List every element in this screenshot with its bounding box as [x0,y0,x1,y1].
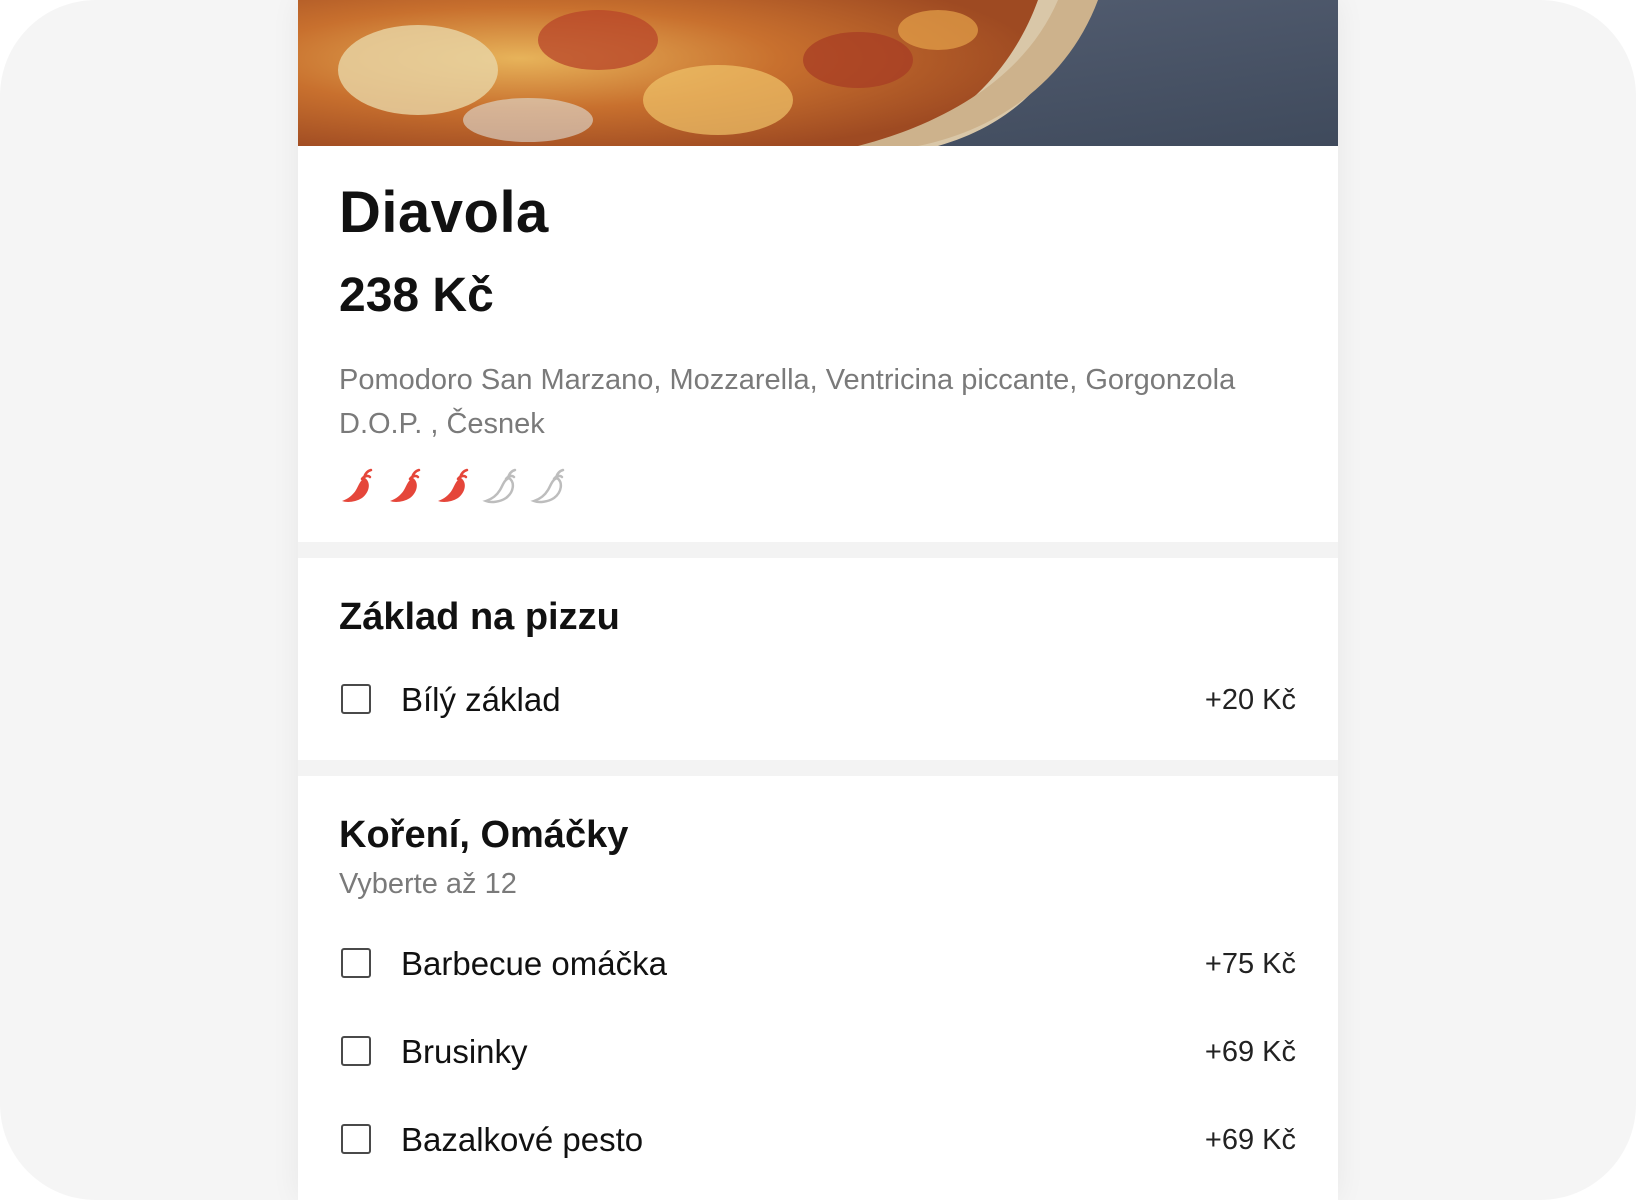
product-price: 238 Kč [339,269,494,322]
checkbox[interactable] [341,684,371,714]
option-basil-pesto[interactable]: Bazalkové pesto +69 Kč [339,1118,1296,1166]
option-group-base: Základ na pizzu Bílý základ +20 Kč [298,558,1338,760]
checkbox[interactable] [341,1124,371,1154]
product-title: Diavola [339,180,549,245]
group-subtitle: Vyberte až 12 [339,868,517,900]
chili-pepper-icon [530,468,565,504]
option-barbecue-sauce[interactable]: Barbecue omáčka +75 Kč [339,942,1296,990]
option-label: Brusinky [401,1033,528,1070]
checkbox[interactable] [341,948,371,978]
product-description: Pomodoro San Marzano, Mozzarella, Ventri… [339,364,1236,440]
screen-frame: Diavola 238 Kč Pomodoro San Marzano, Moz… [0,0,1636,1200]
chili-pepper-icon [342,468,373,502]
option-price: +75 Kč [1204,948,1296,980]
option-label: Bílý základ [401,681,561,718]
option-price: +20 Kč [1204,684,1296,716]
product-detail-card: Diavola 238 Kč Pomodoro San Marzano, Moz… [298,0,1338,1200]
option-price: +69 Kč [1204,1036,1296,1068]
option-white-base[interactable]: Bílý základ +20 Kč [339,678,1296,726]
option-cranberries[interactable]: Brusinky +69 Kč [339,1030,1296,1078]
option-group-sauces: Koření, Omáčky Vyberte až 12 Barbecue om… [298,776,1338,1200]
group-title: Koření, Omáčky [339,814,629,856]
option-label: Bazalkové pesto [401,1121,644,1158]
checkbox[interactable] [341,1036,371,1066]
group-title: Základ na pizzu [339,596,620,638]
chili-pepper-icon [390,468,421,502]
product-info-section: Diavola 238 Kč Pomodoro San Marzano, Moz… [298,146,1338,542]
option-price: +69 Kč [1204,1124,1296,1156]
spiciness-rating [338,466,568,506]
chili-pepper-icon [482,468,517,504]
product-photo [298,0,1338,146]
option-label: Barbecue omáčka [401,945,667,982]
chili-pepper-icon [438,468,469,502]
